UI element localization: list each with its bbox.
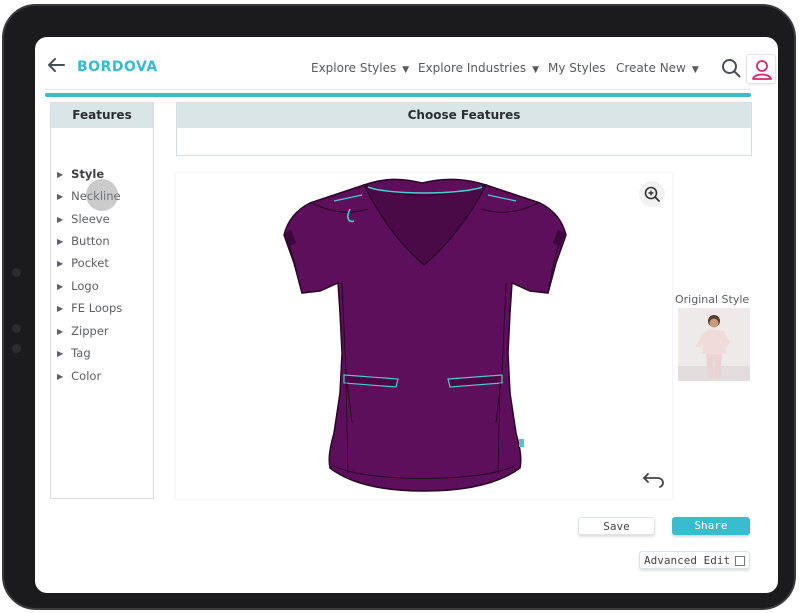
chevron-down-icon: ▼ bbox=[402, 65, 410, 75]
feature-label: FE Loops bbox=[71, 301, 123, 315]
scrub-top-illustration[interactable] bbox=[272, 173, 576, 499]
feature-label: Sleeve bbox=[71, 212, 110, 226]
chevron-down-icon: ▼ bbox=[691, 65, 699, 75]
nav-explore-styles[interactable]: Explore Styles ▼ bbox=[311, 61, 409, 75]
tablet-frame: BORDOVA Explore Styles ▼ Explore Industri… bbox=[2, 4, 796, 610]
feature-item-color[interactable]: ▶ Color bbox=[57, 369, 101, 383]
caret-right-icon: ▶ bbox=[57, 372, 64, 381]
advanced-edit-button[interactable]: Advanced Edit bbox=[639, 551, 750, 569]
feature-item-button[interactable]: ▶ Button bbox=[57, 234, 110, 248]
features-title: Features bbox=[51, 103, 153, 128]
caret-right-icon: ▶ bbox=[57, 259, 64, 268]
feature-item-pocket[interactable]: ▶ Pocket bbox=[57, 256, 109, 270]
external-edit-icon bbox=[735, 556, 745, 566]
feature-item-zipper[interactable]: ▶ Zipper bbox=[57, 324, 109, 338]
header-accent-bar bbox=[45, 93, 751, 97]
feature-label: Button bbox=[71, 234, 110, 248]
original-style-label: Original Style bbox=[675, 293, 750, 306]
caret-right-icon: ▶ bbox=[57, 215, 64, 224]
nav-label: Explore Industries bbox=[418, 61, 527, 75]
sensor-dot bbox=[12, 344, 21, 353]
app-screen: BORDOVA Explore Styles ▼ Explore Industri… bbox=[35, 37, 778, 593]
header-divider bbox=[45, 89, 751, 90]
nav-my-styles[interactable]: My Styles bbox=[548, 61, 606, 75]
advanced-edit-label: Advanced Edit bbox=[644, 554, 731, 567]
feature-item-fe-loops[interactable]: ▶ FE Loops bbox=[57, 301, 122, 315]
feature-item-sleeve[interactable]: ▶ Sleeve bbox=[57, 212, 110, 226]
caret-right-icon: ▶ bbox=[57, 237, 64, 246]
original-style-thumbnail[interactable] bbox=[678, 308, 750, 381]
feature-item-tag[interactable]: ▶ Tag bbox=[57, 346, 91, 360]
choose-features-title: Choose Features bbox=[177, 103, 751, 128]
feature-label: Pocket bbox=[71, 256, 109, 270]
caret-right-icon: ▶ bbox=[57, 304, 64, 313]
chevron-down-icon: ▼ bbox=[532, 65, 539, 75]
arrow-left-icon[interactable] bbox=[47, 57, 65, 73]
model-photo-image bbox=[678, 308, 750, 381]
save-button[interactable]: Save bbox=[578, 517, 655, 535]
user-profile-button[interactable] bbox=[746, 54, 776, 84]
caret-right-icon: ▶ bbox=[57, 170, 64, 179]
caret-right-icon: ▶ bbox=[57, 282, 64, 291]
feature-label: Color bbox=[71, 369, 102, 383]
nav-label: My Styles bbox=[548, 61, 606, 75]
nav-explore-industries[interactable]: Explore Industries ▼ bbox=[418, 61, 539, 75]
feature-label: Logo bbox=[71, 279, 99, 293]
camera-dot bbox=[12, 268, 21, 277]
brand-logo[interactable]: BORDOVA bbox=[77, 59, 158, 75]
design-canvas[interactable] bbox=[176, 173, 672, 499]
touch-indicator bbox=[86, 179, 118, 211]
app-header: BORDOVA Explore Styles ▼ Explore Industri… bbox=[35, 37, 778, 89]
search-icon[interactable] bbox=[721, 58, 741, 78]
share-button[interactable]: Share bbox=[672, 517, 750, 535]
user-icon bbox=[752, 60, 772, 80]
feature-label: Tag bbox=[71, 346, 91, 360]
feature-label: Zipper bbox=[71, 324, 109, 338]
nav-create-new[interactable]: Create New ▼ bbox=[616, 61, 699, 75]
undo-icon[interactable] bbox=[642, 469, 666, 489]
caret-right-icon: ▶ bbox=[57, 192, 64, 201]
sensor-dot bbox=[12, 324, 21, 333]
feature-item-logo[interactable]: ▶ Logo bbox=[57, 279, 99, 293]
choose-features-panel: Choose Features bbox=[176, 102, 752, 156]
nav-label: Create New bbox=[616, 61, 686, 75]
zoom-in-icon[interactable] bbox=[639, 181, 665, 207]
nav-label: Explore Styles bbox=[311, 61, 397, 75]
caret-right-icon: ▶ bbox=[57, 327, 64, 336]
features-panel: Features ▶ Style ▶ Neckline ▶ Sleeve ▶ Butto… bbox=[50, 102, 154, 499]
caret-right-icon: ▶ bbox=[57, 349, 64, 358]
